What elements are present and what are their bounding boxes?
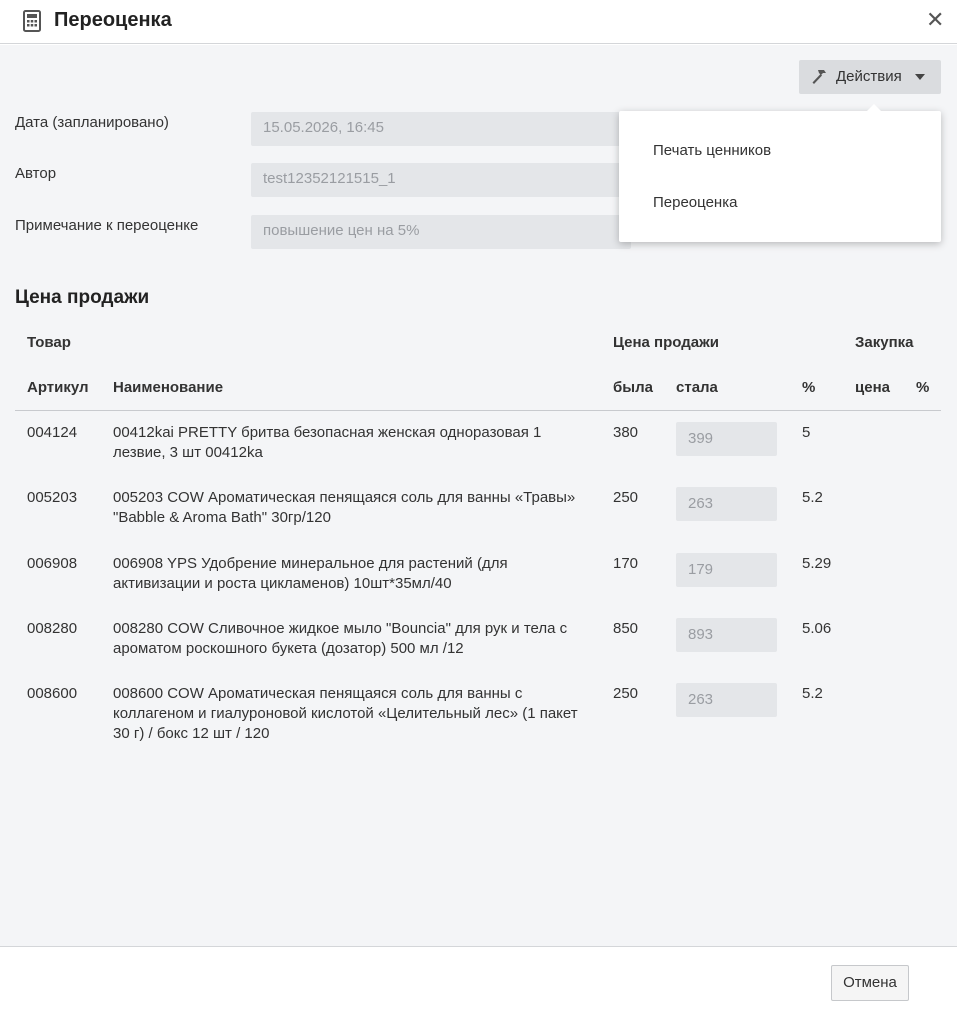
row-percent: 5.29 [802,555,832,572]
row-was: 170 [613,555,639,572]
row-became-input[interactable]: 179 [676,553,777,587]
hammer-icon [812,70,826,84]
row-was: 850 [613,620,639,637]
menu-item-print-price-tags[interactable]: Печать ценников [653,142,771,159]
header-purchase-percent[interactable]: % [916,379,929,396]
row-name: 00412kai PRETTY бритва безопасная женска… [113,424,542,461]
row-percent: 5.2 [802,685,823,702]
row-became-input[interactable]: 263 [676,487,777,521]
row-name: 008600 COW Ароматическая пенящаяся соль … [113,685,578,742]
menu-item-revaluation[interactable]: Переоценка [653,194,737,211]
close-icon[interactable]: ✕ [926,8,944,32]
group-header-product: Товар [27,334,71,351]
calculator-icon [23,10,41,32]
row-article: 006908 [27,555,78,572]
header-purchase-price[interactable]: цена [855,379,890,396]
dialog-header: Переоценка ✕ [0,0,957,44]
dialog-title: Переоценка [54,9,172,31]
group-header-sale-price: Цена продажи [613,334,719,351]
row-percent: 5 [802,424,811,441]
row-percent: 5.06 [802,620,832,637]
actions-button-label: Действия [836,68,902,85]
row-was: 250 [613,489,639,506]
caret-down-icon [915,74,925,80]
row-became-input[interactable]: 399 [676,422,777,456]
note-field[interactable]: повышение цен на 5% [251,215,631,249]
row-article: 004124 [27,424,78,441]
row-article: 008280 [27,620,78,637]
header-name[interactable]: Наименование [113,379,223,396]
row-became-input[interactable]: 263 [676,683,777,717]
date-label: Дата (запланировано) [15,114,169,131]
header-article[interactable]: Артикул [27,379,89,396]
date-field[interactable]: 15.05.2026, 16:45 [251,112,631,146]
actions-dropdown-menu: Печать ценников Переоценка [619,104,941,242]
row-was: 380 [613,424,639,441]
row-was: 250 [613,685,639,702]
header-percent[interactable]: % [802,379,815,396]
section-title: Цена продажи [15,287,150,308]
author-field[interactable]: test12352121515_1 [251,163,631,197]
row-article: 008600 [27,685,78,702]
row-became-input[interactable]: 893 [676,618,777,652]
dialog-body: Действия Дата (запланировано) 15.05.2026… [0,45,957,946]
actions-button[interactable]: Действия [799,60,941,94]
row-name: 005203 COW Ароматическая пенящаяся соль … [113,489,576,526]
note-label: Примечание к переоценке [15,217,199,234]
header-was[interactable]: была [613,379,653,396]
row-name: 006908 YPS Удобрение минеральное для рас… [113,555,508,592]
header-became[interactable]: стала [676,379,718,396]
dialog-footer: Отмена [0,946,957,1016]
row-percent: 5.2 [802,489,823,506]
author-label: Автор [15,165,57,182]
table-divider [15,410,941,411]
row-name: 008280 COW Сливочное жидкое мыло "Bounci… [113,620,568,657]
group-header-purchase: Закупка [855,334,914,351]
cancel-button[interactable]: Отмена [831,965,909,1001]
row-article: 005203 [27,489,78,506]
